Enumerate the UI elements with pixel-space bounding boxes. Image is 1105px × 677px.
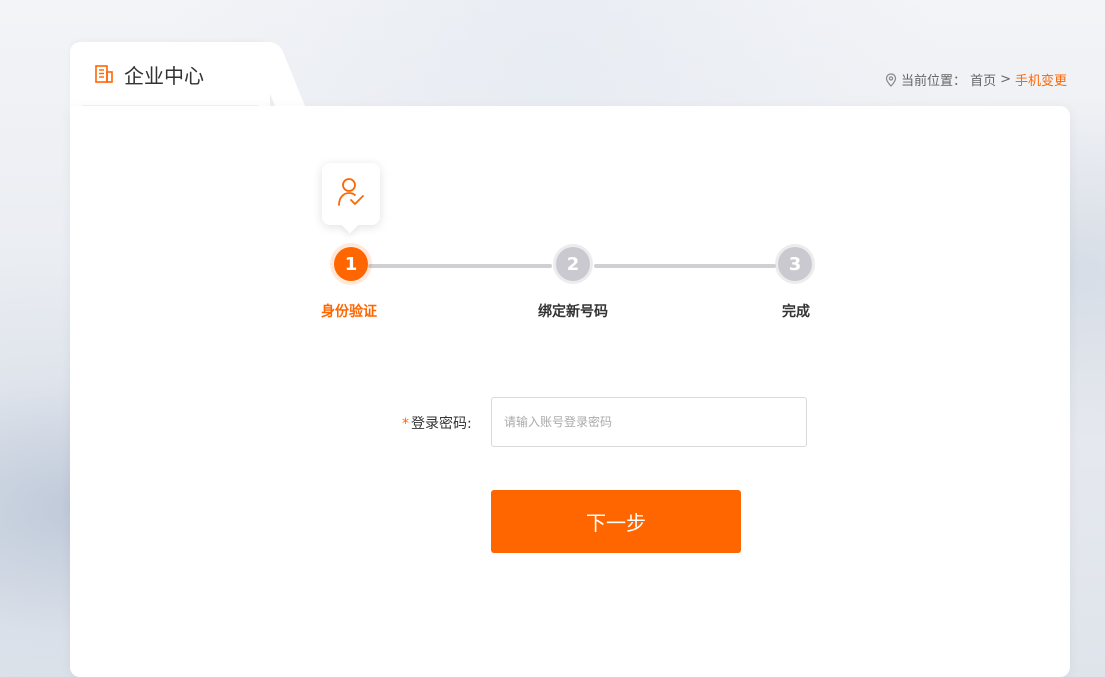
password-label: * 登录密码: [402, 413, 472, 433]
step-3-marker: 3 [778, 247, 812, 281]
breadcrumb: 当前位置： 首页 > 手机变更 [885, 70, 1067, 89]
step-badge [322, 163, 380, 225]
step-1-label: 身份验证 [321, 304, 377, 320]
step-2-marker: 2 [556, 247, 590, 281]
tab-underline [82, 105, 258, 106]
header-tab: 企业中心 [70, 42, 270, 106]
user-verified-icon [336, 175, 366, 213]
password-label-text: 登录密码: [411, 416, 472, 432]
step-2-label: 绑定新号码 [538, 304, 608, 320]
breadcrumb-prefix: 当前位置： [901, 74, 967, 89]
breadcrumb-home-link[interactable]: 首页 [970, 70, 996, 89]
required-marker: * [402, 416, 409, 432]
password-input[interactable] [491, 397, 807, 447]
step-3-label: 完成 [782, 304, 810, 320]
progress-connector-2 [594, 264, 776, 268]
next-step-button[interactable]: 下一步 [491, 490, 741, 553]
location-pin-icon [885, 72, 897, 87]
page-title: 企业中心 [124, 63, 204, 88]
building-icon [94, 64, 114, 84]
progress-connector-1 [368, 264, 552, 268]
breadcrumb-separator: > [1000, 72, 1011, 87]
main-card [70, 106, 1070, 677]
breadcrumb-current: 手机变更 [1014, 74, 1067, 89]
step-1-marker: 1 [334, 247, 368, 281]
header-tab-content: 企业中心 [70, 42, 270, 106]
